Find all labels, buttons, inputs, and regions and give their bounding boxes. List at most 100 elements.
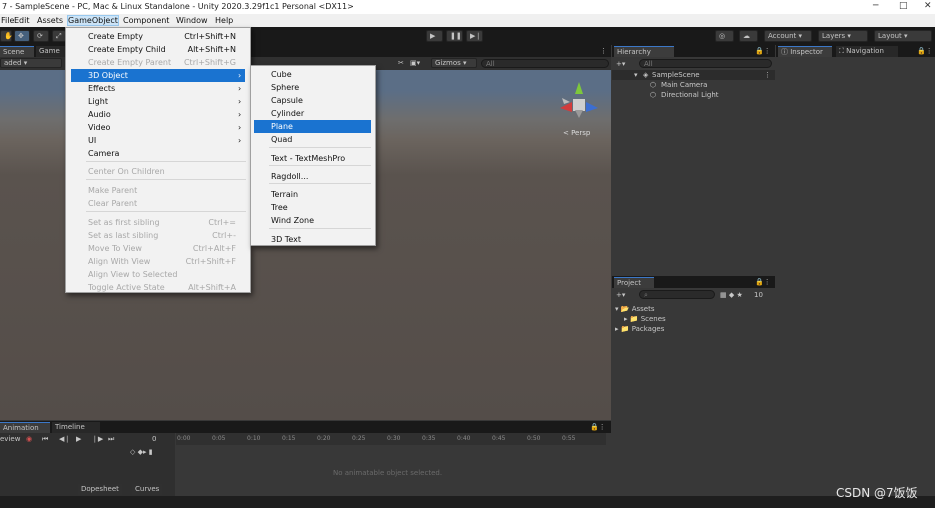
menu-item-light[interactable]: Light ›	[66, 95, 250, 108]
menu-gameobject[interactable]: GameObject	[67, 15, 119, 26]
submenu-item-plane[interactable]: Plane	[254, 120, 371, 133]
list-item[interactable]: ⬡ Main Camera	[612, 80, 775, 90]
menu-item-video[interactable]: Video ›	[66, 121, 250, 134]
tree-item-packages[interactable]: ▸ 📁 Packages	[615, 324, 664, 334]
cloud-icon[interactable]: ☁	[739, 30, 758, 42]
expand-arrow-icon[interactable]: ▾	[634, 70, 638, 80]
account-dropdown[interactable]: Account	[764, 30, 812, 42]
submenu-item-tree[interactable]: Tree	[251, 201, 374, 214]
scale-tool-icon[interactable]: ⤢	[52, 30, 66, 42]
play-anim-icon[interactable]: ▶	[76, 434, 81, 444]
menu-item-shortcut: Ctrl+Shift+N	[184, 32, 236, 41]
play-button[interactable]: ▶	[426, 30, 443, 42]
menu-item-effects[interactable]: Effects ›	[66, 82, 250, 95]
submenu-item-ragdoll-[interactable]: Ragdoll...	[251, 170, 374, 183]
menu-separator	[269, 147, 371, 148]
menu-item-create-empty-child[interactable]: Create Empty Child Alt+Shift+N	[66, 43, 250, 56]
scene-root-row[interactable]: ▾ ◈ SampleScene ⋮	[612, 70, 775, 80]
kebab-icon[interactable]: ⋮	[600, 46, 607, 56]
submenu-item-capsule[interactable]: Capsule	[251, 94, 374, 107]
next-key-icon[interactable]: ❘▶	[92, 434, 103, 444]
tab-project[interactable]: Project	[614, 277, 654, 288]
menu-item-camera[interactable]: Camera	[66, 147, 250, 160]
menu-help[interactable]: Help	[215, 16, 233, 25]
tab-timeline[interactable]: Timeline	[52, 422, 100, 433]
tab-animation[interactable]: Animation	[0, 422, 50, 433]
tab-curves[interactable]: Curves	[132, 484, 163, 495]
tab-hierarchy[interactable]: Hierarchy	[614, 46, 674, 57]
perspective-label[interactable]: < Persp	[563, 128, 590, 138]
rotate-tool-icon[interactable]: ⟳	[33, 30, 49, 42]
gizmos-dropdown[interactable]: Gizmos	[431, 58, 477, 68]
scene-search-input[interactable]: All	[481, 59, 609, 68]
hidden-count[interactable]: 10	[754, 290, 763, 300]
timeline-ruler[interactable]: 0:00 0:05 0:10 0:15 0:20 0:25 0:30 0:35 0:40 0:45…	[176, 433, 606, 445]
prev-key-icon[interactable]: ◀❘	[59, 434, 70, 444]
lock-icon[interactable]: 🔒⋮	[590, 422, 606, 432]
first-key-icon[interactable]: ⏮	[42, 434, 48, 444]
menu-item-label: Light	[88, 97, 108, 106]
filter-icon[interactable]: ▦ ◆ ★	[720, 290, 743, 300]
add-button[interactable]: +▾	[616, 290, 625, 300]
tab-dopesheet[interactable]: Dopesheet	[78, 484, 122, 495]
collab-icon[interactable]: ◎	[715, 30, 734, 42]
tab-scene[interactable]: Scene	[0, 46, 34, 57]
menu-item-create-empty-parent: Create Empty Parent Ctrl+Shift+G	[66, 56, 250, 69]
tools-icon[interactable]: ✂	[398, 58, 404, 68]
frame-field[interactable]: 0	[152, 434, 156, 444]
record-icon[interactable]: ◉	[26, 434, 32, 444]
menu-item-label: 3D Object	[88, 71, 128, 80]
tab-navigation[interactable]: ⛶ Navigation	[836, 46, 898, 57]
lock-icon[interactable]: 🔒⋮	[755, 277, 771, 287]
submenu-item-3d-text[interactable]: 3D Text	[251, 233, 374, 246]
menu-edit[interactable]: Edit	[14, 16, 30, 25]
menu-item-label: Set as last sibling	[88, 231, 159, 240]
menu-item-audio[interactable]: Audio ›	[66, 108, 250, 121]
last-key-icon[interactable]: ⏭	[108, 434, 114, 444]
menu-window[interactable]: Window	[176, 16, 208, 25]
list-item[interactable]: ⬡ Directional Light	[612, 90, 775, 100]
tree-item-assets[interactable]: ▾ 📂 Assets	[615, 304, 654, 314]
menu-assets[interactable]: Assets	[37, 16, 63, 25]
close-button[interactable]: ✕	[924, 1, 932, 11]
lock-icon[interactable]: 🔒⋮	[755, 46, 771, 56]
hand-tool-icon[interactable]: ✋	[0, 30, 13, 42]
layout-dropdown[interactable]: Layout	[874, 30, 932, 42]
shading-mode-dropdown[interactable]: aded	[0, 58, 62, 68]
menu-component[interactable]: Component	[123, 16, 169, 25]
submenu-item-wind-zone[interactable]: Wind Zone	[251, 214, 374, 227]
maximize-button[interactable]: □	[899, 1, 908, 11]
submenu-item-terrain[interactable]: Terrain	[251, 188, 374, 201]
pause-button[interactable]: ❚❚	[446, 30, 463, 42]
minimize-button[interactable]: ─	[873, 1, 878, 11]
project-search-input[interactable]: ⌕	[639, 290, 715, 299]
hierarchy-search-input[interactable]: All	[639, 59, 772, 68]
add-keyframe-icon[interactable]: ◇ ◆▸ ▮	[130, 447, 153, 457]
move-tool-icon[interactable]: ✥	[14, 30, 30, 42]
add-button[interactable]: +▾	[616, 59, 625, 69]
step-button[interactable]: ▶❘	[466, 30, 483, 42]
kebab-icon[interactable]: ⋮	[764, 70, 771, 80]
tree-item-scenes[interactable]: ▸ 📁 Scenes	[624, 314, 666, 324]
submenu-item-quad[interactable]: Quad	[251, 133, 374, 146]
submenu-item-cube[interactable]: Cube	[251, 68, 374, 81]
tab-inspector[interactable]: ⓘ Inspector	[778, 46, 832, 57]
animation-controls: eview ◉ ⏮ ◀❘ ▶ ❘▶ ⏭ 0 ◇ ◆▸ ▮ Dopesheet C…	[0, 433, 175, 496]
submenu-item-cylinder[interactable]: Cylinder	[251, 107, 374, 120]
lock-icon[interactable]: 🔒⋮	[917, 46, 933, 56]
menu-item-3d-object[interactable]: 3D Object ›	[71, 69, 245, 82]
tab-game[interactable]: Game	[36, 46, 66, 57]
menu-file[interactable]: File	[1, 16, 14, 25]
camera-icon[interactable]: ▣▾	[410, 58, 420, 68]
submenu-item-label: Wind Zone	[271, 216, 315, 225]
submenu-item-sphere[interactable]: Sphere	[251, 81, 374, 94]
submenu-arrow-icon: ›	[238, 110, 242, 119]
orientation-gizmo-icon[interactable]	[555, 80, 605, 130]
submenu-item-text-textmeshpro[interactable]: Text - TextMeshPro	[251, 152, 374, 165]
tab-label: Inspector	[790, 48, 823, 56]
preview-button[interactable]: eview	[0, 434, 20, 444]
menu-item-ui[interactable]: UI ›	[66, 134, 250, 147]
layers-dropdown[interactable]: Layers	[818, 30, 868, 42]
menu-item-create-empty[interactable]: Create Empty Ctrl+Shift+N	[66, 30, 250, 43]
menu-item-set-as-first-sibling: Set as first sibling Ctrl+=	[66, 216, 250, 229]
